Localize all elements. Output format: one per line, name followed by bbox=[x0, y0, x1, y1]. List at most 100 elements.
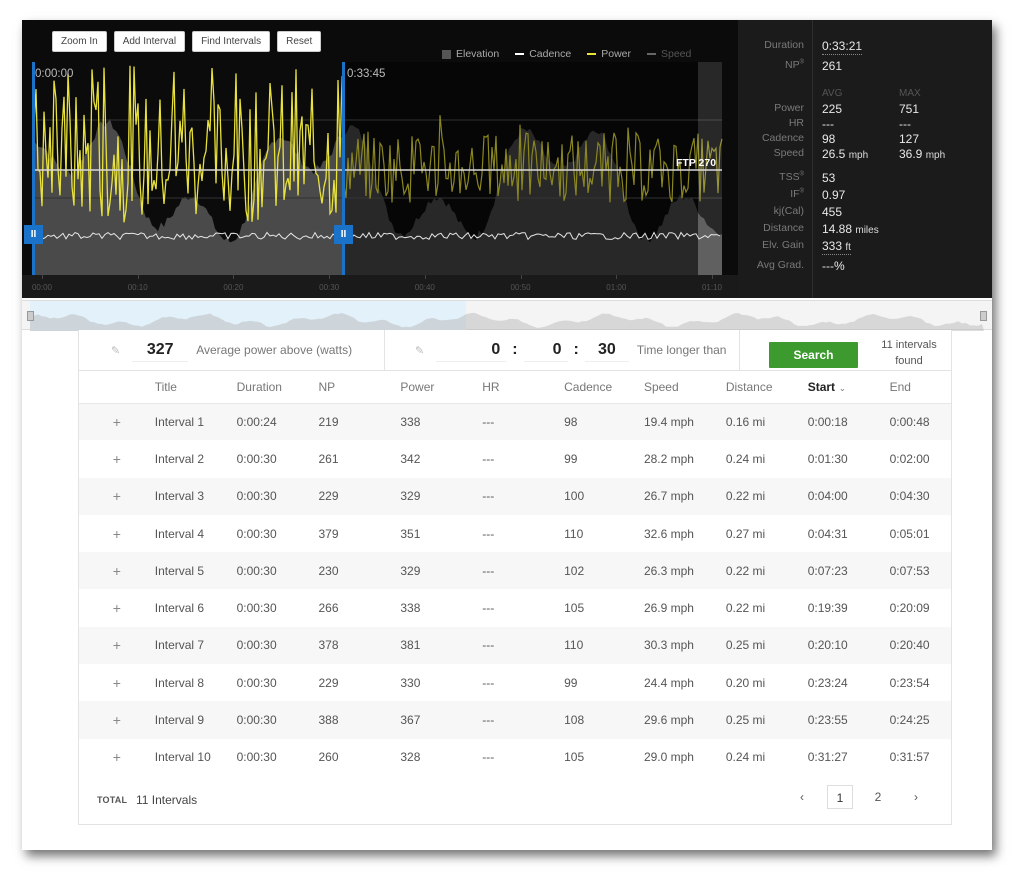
add-interval-plus-icon[interactable]: + bbox=[79, 552, 155, 590]
x-tick-label: 00:20 bbox=[223, 283, 244, 292]
chart-canvas[interactable] bbox=[22, 20, 738, 298]
time-minutes-input[interactable] bbox=[523, 338, 568, 362]
add-interval-plus-icon[interactable]: + bbox=[79, 589, 155, 626]
stat-label: Power bbox=[774, 102, 804, 114]
stat-value: 14.88 miles bbox=[822, 222, 879, 236]
stat-value: 455 bbox=[822, 205, 843, 219]
cell-end: 0:00:48 bbox=[889, 403, 951, 441]
power-threshold-input[interactable] bbox=[132, 338, 189, 362]
column-header-hr[interactable]: HR bbox=[482, 371, 565, 404]
search-button[interactable]: Search bbox=[769, 342, 858, 368]
chart-panel: Zoom In Add Interval Find Intervals Rese… bbox=[22, 20, 992, 298]
cell-hr: --- bbox=[482, 552, 565, 590]
table-footer: TOTAL 11 Intervals ‹ 1 2 › bbox=[79, 781, 951, 821]
table-header-row: Title Duration NP Power HR Cadence Speed Distan… bbox=[79, 371, 951, 404]
table-row[interactable]: + Interval 8 0:00:30 229 330 --- 99 24.4 mph 0.2… bbox=[79, 664, 951, 701]
stat-value: 53 bbox=[822, 171, 836, 185]
x-tick-label: 00:40 bbox=[414, 283, 435, 292]
x-tick-label: 01:10 bbox=[701, 283, 723, 292]
cell-end: 0:04:30 bbox=[889, 477, 951, 515]
stat-speed: Speed 26.5 mph 36.9 mph bbox=[738, 147, 992, 162]
cell-duration: 0:00:24 bbox=[236, 403, 319, 441]
column-header-distance[interactable]: Distance bbox=[725, 371, 808, 404]
cell-np: 219 bbox=[318, 403, 401, 441]
cell-distance: 0.24 mi bbox=[725, 451, 766, 466]
table-row[interactable]: + Interval 3 0:00:30 229 329 --- 100 26.7 mph 0.… bbox=[79, 477, 951, 515]
stat-avg-value: 98 bbox=[822, 132, 835, 146]
cell-distance: 0.20 mi bbox=[725, 675, 766, 690]
column-header-power[interactable]: Power bbox=[400, 371, 483, 404]
prev-page-chevron-left-icon[interactable]: ‹ bbox=[789, 785, 815, 809]
overview-navigator[interactable] bbox=[22, 300, 992, 331]
table-row[interactable]: + Interval 10 0:00:30 260 328 --- 105 29.0 mph 0… bbox=[79, 739, 951, 776]
add-interval-plus-icon[interactable]: + bbox=[79, 477, 155, 515]
x-tick-label: 01:00 bbox=[606, 283, 627, 292]
page-button-2[interactable]: 2 bbox=[865, 785, 891, 809]
add-interval-plus-icon[interactable]: + bbox=[79, 403, 155, 441]
cell-title: Interval 1 bbox=[154, 403, 237, 441]
reset-button[interactable]: Reset bbox=[277, 31, 322, 52]
add-interval-plus-icon[interactable]: + bbox=[79, 515, 155, 552]
table-row[interactable]: + Interval 5 0:00:30 230 329 --- 102 26.3 mph 0.… bbox=[79, 552, 951, 590]
add-interval-plus-icon[interactable]: + bbox=[79, 626, 155, 665]
table-row[interactable]: + Interval 6 0:00:30 266 338 --- 105 26.9 mph 0.… bbox=[79, 589, 951, 626]
column-header-np[interactable]: NP bbox=[318, 371, 401, 404]
sort-chevron-down-icon[interactable]: ⌄ bbox=[839, 384, 846, 393]
workout-chart[interactable]: Zoom In Add Interval Find Intervals Rese… bbox=[22, 20, 738, 298]
legend-item-speed[interactable]: Speed bbox=[647, 48, 691, 60]
table-row[interactable]: + Interval 4 0:00:30 379 351 --- 110 32.6 mph 0.… bbox=[79, 515, 951, 552]
column-header-title[interactable]: Title bbox=[154, 371, 237, 404]
cell-duration: 0:00:30 bbox=[236, 626, 319, 665]
add-interval-plus-icon[interactable]: + bbox=[79, 739, 155, 776]
cell-title: Interval 4 bbox=[154, 526, 205, 541]
column-header-label: Start bbox=[807, 379, 836, 394]
selection-start-handle[interactable]: II bbox=[24, 225, 43, 244]
cell-end: 0:05:01 bbox=[889, 526, 930, 541]
table-row[interactable]: + Interval 9 0:00:30 388 367 --- 108 29.6 mph 0.… bbox=[79, 701, 951, 739]
table-row[interactable]: + Interval 1 0:00:24 219 338 --- 98 19.4 mph 0.1… bbox=[79, 403, 951, 441]
x-axis: 00:00 00:10 00:20 00:30 00:40 00:50 01:00 01:10 bbox=[22, 275, 738, 298]
add-interval-button[interactable]: Add Interval bbox=[113, 31, 186, 52]
time-filter: ✎ : : Time longer than bbox=[415, 330, 726, 370]
time-hours-input[interactable] bbox=[436, 338, 507, 362]
add-interval-plus-icon[interactable]: + bbox=[79, 664, 155, 701]
add-interval-plus-icon[interactable]: + bbox=[79, 701, 155, 739]
cell-end: 0:20:40 bbox=[889, 626, 951, 665]
find-intervals-button[interactable]: Find Intervals bbox=[192, 31, 271, 52]
column-header-speed[interactable]: Speed bbox=[643, 371, 726, 404]
time-seconds-input[interactable] bbox=[584, 338, 629, 362]
cell-power: 351 bbox=[400, 526, 421, 541]
column-header-start[interactable]: Start ⌄ bbox=[807, 371, 890, 404]
avg-number: 225 bbox=[822, 102, 843, 116]
cell-cadence: 105 bbox=[564, 601, 585, 616]
zoom-in-button[interactable]: Zoom In bbox=[52, 31, 107, 52]
cell-np: 379 bbox=[318, 526, 339, 541]
intervals-found-count: 11 intervals found bbox=[881, 339, 937, 367]
add-interval-plus-icon[interactable]: + bbox=[79, 440, 155, 477]
legend-item-power[interactable]: Power bbox=[587, 48, 631, 60]
navigator-left-handle[interactable] bbox=[27, 311, 34, 321]
cell-cadence: 102 bbox=[564, 552, 644, 590]
legend-item-cadence[interactable]: Cadence bbox=[515, 48, 571, 60]
selection-end-handle[interactable]: II bbox=[334, 225, 353, 244]
column-header-cadence[interactable]: Cadence bbox=[564, 371, 644, 404]
legend-item-elevation[interactable]: Elevation bbox=[442, 48, 499, 60]
stat-elevation-gain: Elv. Gain 333 ft bbox=[738, 239, 992, 255]
if-label-text: IF bbox=[790, 188, 800, 200]
cell-speed: 29.6 mph bbox=[643, 701, 726, 739]
table-row[interactable]: + Interval 7 0:00:30 378 381 --- 110 30.3 mph 0.… bbox=[79, 626, 951, 665]
column-header-duration[interactable]: Duration bbox=[236, 371, 319, 404]
cell-hr: --- bbox=[482, 750, 495, 765]
navigator-right-handle[interactable] bbox=[980, 311, 987, 321]
table-row[interactable]: + Interval 2 0:00:30 261 342 --- 99 28.2 mph 0.2… bbox=[79, 440, 951, 477]
page-button-1[interactable]: 1 bbox=[827, 785, 853, 809]
column-header-end[interactable]: End bbox=[889, 371, 951, 404]
x-tick-mark bbox=[42, 275, 43, 279]
stat-max-value: 127 bbox=[899, 132, 919, 146]
stats-panel: Duration 0:33:21 NP® 261 AVG MAX Power 22… bbox=[738, 20, 992, 298]
cell-hr: --- bbox=[482, 626, 565, 665]
next-page-chevron-right-icon[interactable]: › bbox=[903, 785, 929, 809]
cell-speed: 30.3 mph bbox=[643, 626, 726, 665]
stat-headers: AVG MAX bbox=[738, 88, 992, 103]
cell-power: 342 bbox=[400, 451, 421, 466]
